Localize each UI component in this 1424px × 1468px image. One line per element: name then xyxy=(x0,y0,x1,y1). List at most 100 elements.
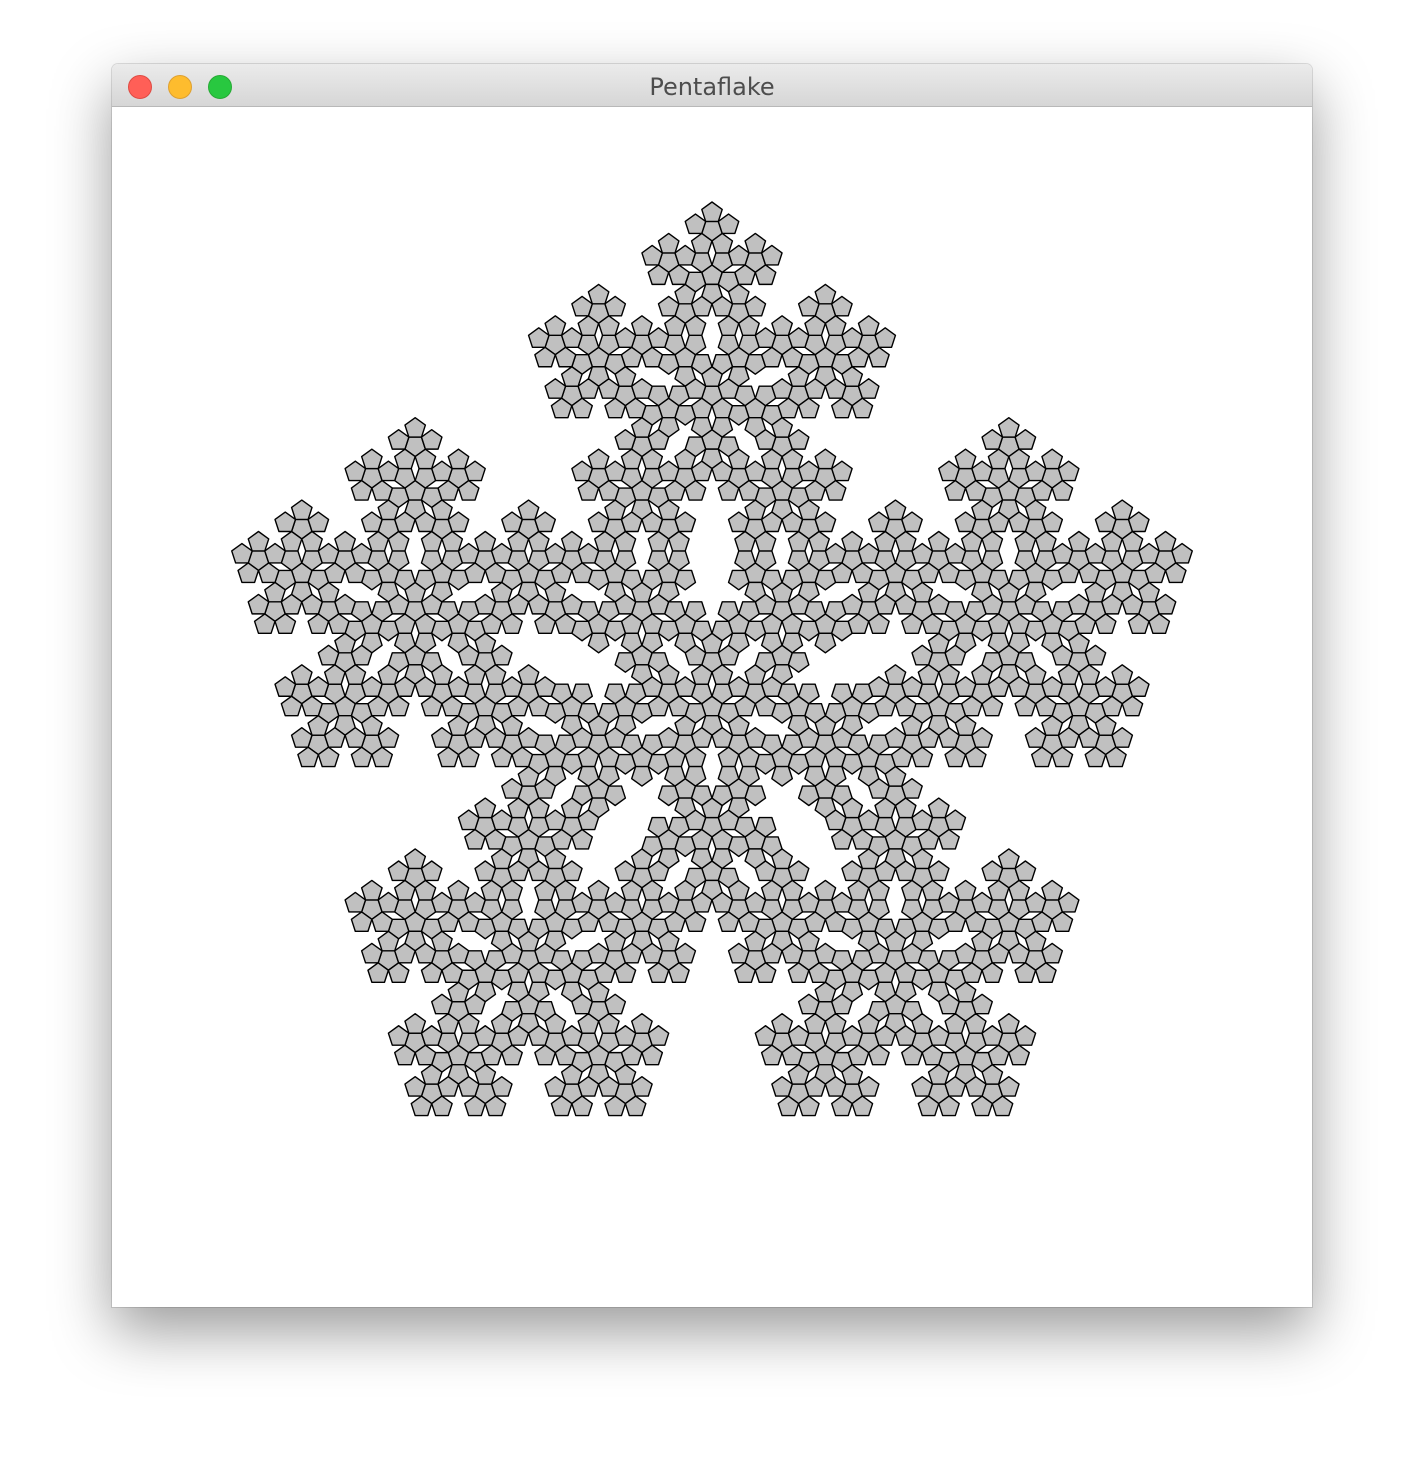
app-window: Pentaflake xyxy=(112,64,1312,1307)
pentagon xyxy=(534,676,557,697)
pentagon xyxy=(787,652,810,673)
pentagon xyxy=(1051,542,1074,564)
pentagon xyxy=(744,891,767,913)
pentagon xyxy=(944,542,967,564)
pentagon xyxy=(1057,891,1080,913)
pentagon xyxy=(560,593,583,615)
pentagon xyxy=(631,702,653,724)
pentagon xyxy=(981,1025,1004,1046)
pentagon xyxy=(971,891,993,913)
pentagon xyxy=(997,416,1020,438)
pentagon xyxy=(1154,593,1177,615)
pentagon xyxy=(857,809,880,831)
pentagon xyxy=(1041,448,1064,470)
pentagon xyxy=(490,969,513,991)
pentagon xyxy=(841,593,864,615)
pentagon xyxy=(814,942,837,964)
pentagon xyxy=(360,448,383,470)
pentagon xyxy=(571,460,593,482)
pentagon xyxy=(744,232,767,254)
pentagon xyxy=(1127,511,1150,533)
pentagon xyxy=(831,460,853,482)
pentagon xyxy=(387,1025,410,1046)
pentagon xyxy=(604,785,627,807)
pentagon xyxy=(771,702,793,724)
pentagon xyxy=(274,676,297,697)
pentagon xyxy=(560,530,583,552)
pentagon xyxy=(857,1075,880,1097)
pentagon xyxy=(727,244,750,266)
pentagon xyxy=(647,327,670,349)
pentagon xyxy=(841,1025,864,1046)
pentagon xyxy=(727,942,750,964)
pentagon xyxy=(760,244,783,266)
pentagon xyxy=(344,891,367,913)
pentagon xyxy=(841,530,864,552)
pentagon xyxy=(350,542,373,564)
pentagon xyxy=(490,1075,513,1097)
pentagon xyxy=(1094,676,1117,697)
pentagon xyxy=(1171,542,1193,564)
pentagon xyxy=(377,620,400,642)
pentagon xyxy=(490,809,513,831)
pentagon xyxy=(501,777,523,799)
pentagon xyxy=(517,727,540,748)
pentagon xyxy=(447,676,470,697)
pentagon xyxy=(464,460,486,482)
pentagon xyxy=(544,969,567,991)
pentagon xyxy=(604,460,627,482)
pentagon xyxy=(431,460,453,482)
pentagon xyxy=(911,809,934,831)
pentagon xyxy=(501,676,523,697)
pentagon xyxy=(317,644,340,666)
pentagon xyxy=(631,315,653,336)
pentagon xyxy=(997,1013,1020,1034)
pentagon xyxy=(474,797,497,819)
pentagon xyxy=(614,753,637,775)
pentagon xyxy=(587,632,610,654)
pentagon xyxy=(1084,542,1107,564)
pentagon xyxy=(614,428,637,450)
pentagon xyxy=(431,727,453,748)
pentagon xyxy=(431,891,453,913)
pentagon xyxy=(1024,891,1047,913)
pentagon xyxy=(544,809,567,831)
pentagon xyxy=(247,530,270,552)
pentagon xyxy=(1057,460,1080,482)
pentagon xyxy=(1127,676,1150,697)
pentagon xyxy=(614,327,637,349)
pentagon xyxy=(360,879,383,901)
pentagon xyxy=(797,620,820,642)
pentagon xyxy=(884,499,907,521)
pentagon xyxy=(884,664,907,685)
pentagon xyxy=(717,213,740,235)
pentagon xyxy=(841,860,864,882)
title-bar[interactable]: Pentaflake xyxy=(112,64,1312,107)
pentagon xyxy=(290,664,313,685)
pentagon xyxy=(334,530,357,552)
pentagon xyxy=(797,460,820,482)
pentagon xyxy=(404,416,427,438)
pentagon xyxy=(1024,620,1047,642)
pentagon xyxy=(544,542,567,564)
pentagon xyxy=(474,1025,497,1046)
pentagon xyxy=(831,295,853,317)
pentagon xyxy=(631,1075,653,1097)
pentagon xyxy=(1094,511,1117,533)
pentagon xyxy=(674,942,697,964)
pentagon xyxy=(604,891,627,913)
pentagon xyxy=(867,676,890,697)
pentagon xyxy=(657,891,680,913)
pentagon xyxy=(1024,460,1047,482)
pentagon xyxy=(1041,676,1064,697)
pentagon xyxy=(981,428,1004,450)
pentagon xyxy=(657,620,680,642)
pentagon xyxy=(387,428,410,450)
pentagon xyxy=(274,511,297,533)
pentagon xyxy=(447,942,470,964)
pentagon xyxy=(814,283,837,305)
pentagon xyxy=(874,327,897,349)
pentagon xyxy=(1111,499,1134,521)
pentagon xyxy=(457,809,480,831)
pentagon xyxy=(927,860,950,882)
